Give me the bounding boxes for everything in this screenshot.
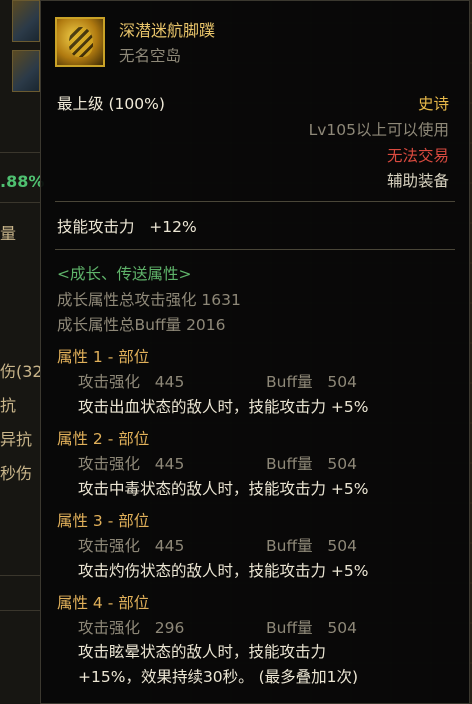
attribute-header: 属性 1 - 部位 [57, 348, 150, 366]
stat-label: 量 [0, 224, 17, 243]
character-stat-strip: .88% 量 伤(32 抗 异抗 秒伤 [0, 0, 45, 704]
attribute-header: 属性 2 - 部位 [57, 430, 150, 448]
skill-attack-stat: 技能攻击力 +12% [57, 218, 197, 236]
attribute-effect: 攻击出血状态的敌人时，技能攻击力 +5% [78, 398, 369, 416]
golden-flipper-icon [55, 17, 105, 67]
item-name: 深潜迷航脚蹼 [119, 21, 216, 40]
stat-percent: .88% [0, 172, 45, 191]
level-requirement: Lv105以上可以使用 [308, 121, 449, 139]
equip-slot-icon[interactable] [12, 50, 40, 92]
growth-header: <成长、传送属性> [57, 265, 192, 283]
stat-label: 异抗 [0, 430, 33, 449]
item-tooltip: 深潜迷航脚蹼 无名空岛 最上级 (100%) 史诗 Lv105以上可以使用 无法… [40, 0, 470, 704]
buff-stat: Buff量 504 [266, 537, 358, 555]
attack-boost-stat: 攻击强化 445 [78, 537, 185, 555]
stat-label: 伤(32 [0, 362, 43, 381]
buff-stat: Buff量 504 [266, 373, 358, 391]
divider [0, 202, 40, 203]
item-type: 辅助装备 [386, 172, 449, 190]
growth-total-buff: 成长属性总Buff量 2016 [57, 316, 226, 334]
attribute-header: 属性 3 - 部位 [57, 512, 150, 530]
attribute-header: 属性 4 - 部位 [57, 594, 150, 612]
divider [0, 575, 40, 576]
attack-boost-stat: 攻击强化 445 [78, 455, 185, 473]
divider [0, 610, 40, 611]
rarity-label: 史诗 [417, 95, 449, 113]
divider [55, 201, 455, 202]
attribute-effect-continued: +15%，效果持续30秒。 (最多叠加1次) [78, 668, 359, 686]
grade-value: (100%) [108, 95, 165, 113]
stat-label: 秒伤 [0, 464, 33, 483]
attribute-effect: 攻击眩晕状态的敌人时，技能攻击力 [78, 643, 327, 661]
divider [0, 152, 40, 153]
growth-total-attack: 成长属性总攻击强化 1631 [57, 291, 241, 309]
buff-stat: Buff量 504 [266, 619, 358, 637]
grade-line: 最上级 (100%) [57, 94, 165, 114]
divider [55, 249, 455, 250]
buff-stat: Buff量 504 [266, 455, 358, 473]
attack-boost-stat: 攻击强化 296 [78, 619, 185, 637]
attack-boost-stat: 攻击强化 445 [78, 373, 185, 391]
equip-slot-icon[interactable] [12, 0, 40, 42]
grade-label: 最上级 [57, 95, 104, 113]
stat-label: 抗 [0, 396, 17, 415]
trade-status: 无法交易 [386, 147, 449, 165]
attribute-effect: 攻击灼伤状态的敌人时，技能攻击力 +5% [78, 562, 369, 580]
item-source: 无名空岛 [119, 47, 182, 65]
attribute-effect: 攻击中毒状态的敌人时，技能攻击力 +5% [78, 480, 369, 498]
